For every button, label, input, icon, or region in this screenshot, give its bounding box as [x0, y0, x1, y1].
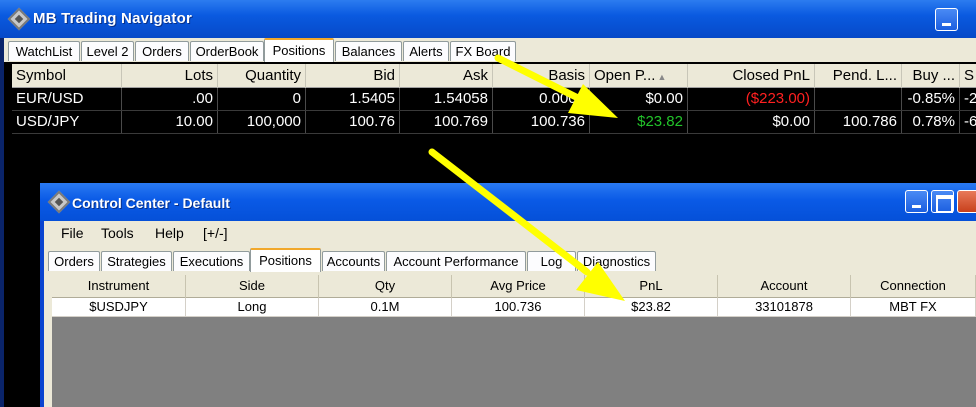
col-avg-price[interactable]: Avg Price: [452, 275, 585, 298]
tab-orderbook[interactable]: OrderBook: [190, 41, 264, 61]
menu-expand-toggle[interactable]: [+/-]: [203, 223, 228, 243]
tab-log[interactable]: Log: [527, 251, 576, 271]
tab-account-performance[interactable]: Account Performance: [386, 251, 526, 271]
positions-grid: Instrument Side Qty Avg Price PnL Accoun…: [52, 275, 976, 407]
maximize-button[interactable]: [931, 190, 954, 213]
tab-strategies[interactable]: Strategies: [101, 251, 172, 271]
minimize-button[interactable]: [905, 190, 928, 213]
table-row[interactable]: USD/JPY 10.00 100,000 100.76 100.769 100…: [12, 111, 976, 134]
close-button[interactable]: [957, 190, 976, 213]
cell-closed-pnl: $0.00: [688, 111, 815, 133]
cell-pend-l: 100.786: [815, 111, 902, 133]
cell-lots: 10.00: [122, 111, 218, 133]
cell-s: -6: [960, 111, 976, 133]
positions-grid-header: Instrument Side Qty Avg Price PnL Accoun…: [52, 275, 976, 298]
tab-positions[interactable]: Positions: [264, 38, 334, 62]
cell-bid: 100.76: [306, 111, 400, 133]
col-qty[interactable]: Qty: [319, 275, 452, 298]
control-center-title: Control Center - Default: [72, 195, 230, 211]
col-closed-pnl[interactable]: Closed PnL: [688, 64, 815, 88]
control-center-title-bar[interactable]: Control Center - Default: [40, 183, 976, 221]
navigator-minimize-button[interactable]: [935, 8, 958, 31]
col-pend-l[interactable]: Pend. L...: [815, 64, 902, 88]
tab-executions[interactable]: Executions: [173, 251, 250, 271]
table-row[interactable]: EUR/USD .00 0 1.5405 1.54058 0.0000 $0.0…: [12, 88, 976, 111]
tab-orders[interactable]: Orders: [135, 41, 189, 61]
navigator-tab-bar: WatchList Level 2 Orders OrderBook Posit…: [4, 38, 976, 62]
cell-lots: .00: [122, 88, 218, 110]
cell-quantity: 0: [218, 88, 306, 110]
cell-connection: MBT FX: [851, 298, 976, 317]
tab-orders[interactable]: Orders: [48, 251, 100, 271]
cell-closed-pnl: ($223.00): [688, 88, 815, 110]
cell-symbol: EUR/USD: [12, 88, 122, 110]
cell-side: Long: [186, 298, 319, 317]
cell-s: -2: [960, 88, 976, 110]
col-quantity[interactable]: Quantity: [218, 64, 306, 88]
tab-accounts[interactable]: Accounts: [322, 251, 385, 271]
menu-file[interactable]: File: [61, 223, 84, 243]
col-buy[interactable]: Buy ...: [902, 64, 960, 88]
col-open-pnl-label: Open P...: [594, 67, 656, 84]
menu-help[interactable]: Help: [155, 223, 184, 243]
cell-basis: 100.736: [493, 111, 590, 133]
col-connection[interactable]: Connection: [851, 275, 976, 298]
col-basis[interactable]: Basis: [493, 64, 590, 88]
cell-buy: 0.78%: [902, 111, 960, 133]
sort-ascending-icon: ▲: [657, 72, 667, 82]
cell-quantity: 100,000: [218, 111, 306, 133]
col-symbol[interactable]: Symbol: [12, 64, 122, 88]
control-center-body: File Tools Help [+/-] Orders Strategies …: [44, 221, 976, 407]
app-logo-icon: [47, 190, 71, 214]
table-row[interactable]: $USDJPY Long 0.1M 100.736 $23.82 3310187…: [52, 298, 976, 317]
col-s[interactable]: S: [960, 64, 976, 88]
tab-diagnostics[interactable]: Diagnostics: [577, 251, 656, 271]
cell-account: 33101878: [718, 298, 851, 317]
navigator-title: MB Trading Navigator: [33, 10, 193, 27]
col-account[interactable]: Account: [718, 275, 851, 298]
cell-pnl: $23.82: [585, 298, 718, 317]
col-side[interactable]: Side: [186, 275, 319, 298]
cell-basis: 0.0000: [493, 88, 590, 110]
tab-fx-board[interactable]: FX Board: [450, 41, 516, 61]
tab-level2[interactable]: Level 2: [81, 41, 134, 61]
cell-bid: 1.5405: [306, 88, 400, 110]
col-pnl[interactable]: PnL: [585, 275, 718, 298]
control-center-tab-bar: Orders Strategies Executions Positions A…: [44, 248, 976, 272]
tab-positions[interactable]: Positions: [250, 248, 321, 272]
navigator-title-bar[interactable]: MB Trading Navigator: [0, 0, 976, 38]
cell-symbol: USD/JPY: [12, 111, 122, 133]
cell-qty: 0.1M: [319, 298, 452, 317]
menu-tools[interactable]: Tools: [101, 223, 134, 243]
tab-alerts[interactable]: Alerts: [403, 41, 449, 61]
cell-instrument: $USDJPY: [52, 298, 186, 317]
col-bid[interactable]: Bid: [306, 64, 400, 88]
app-logo-icon: [7, 7, 31, 31]
control-center-window: Control Center - Default File Tools Help…: [40, 183, 976, 407]
cell-avg-price: 100.736: [452, 298, 585, 317]
cell-open-pnl: $0.00: [590, 88, 688, 110]
col-ask[interactable]: Ask: [400, 64, 493, 88]
cell-ask: 1.54058: [400, 88, 493, 110]
cell-buy: -0.85%: [902, 88, 960, 110]
tab-balances[interactable]: Balances: [335, 41, 402, 61]
col-lots[interactable]: Lots: [122, 64, 218, 88]
cell-open-pnl: $23.82: [590, 111, 688, 133]
cell-ask: 100.769: [400, 111, 493, 133]
col-open-pnl[interactable]: Open P... ▲: [590, 64, 688, 88]
col-instrument[interactable]: Instrument: [52, 275, 186, 298]
cell-pend-l: [815, 88, 902, 110]
tab-watchlist[interactable]: WatchList: [8, 41, 80, 61]
positions-grid-header: Symbol Lots Quantity Bid Ask Basis Open …: [12, 64, 976, 88]
